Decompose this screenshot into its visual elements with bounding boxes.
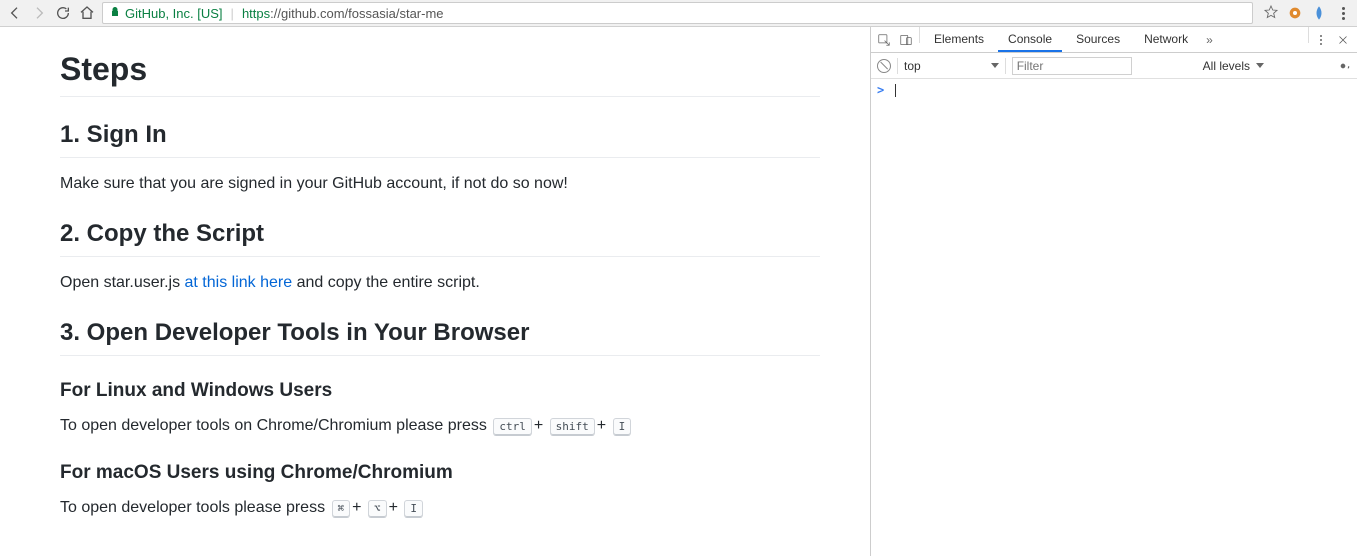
kbd-ctrl: ctrl [493, 418, 532, 436]
devtools-panel: Elements Console Sources Network » top A… [870, 27, 1357, 556]
browser-menu-icon[interactable] [1335, 7, 1351, 20]
kbd-i-mac: I [404, 500, 423, 518]
mac-text: To open developer tools please press ⌘+ … [60, 496, 820, 520]
devtools-close-icon[interactable] [1333, 27, 1353, 52]
tabs-overflow-icon[interactable]: » [1202, 27, 1217, 52]
step-1-heading: 1. Sign In [60, 121, 820, 158]
step-2-text: Open star.user.js at this link here and … [60, 271, 820, 295]
tab-elements[interactable]: Elements [924, 27, 994, 52]
extension-icon-1[interactable] [1287, 5, 1303, 21]
reload-button[interactable] [54, 4, 72, 22]
step-3-heading: 3. Open Developer Tools in Your Browser [60, 319, 820, 356]
console-toolbar: top All levels [871, 53, 1357, 79]
dropdown-icon [991, 63, 999, 68]
kbd-i: I [613, 418, 632, 436]
address-bar[interactable]: GitHub, Inc. [US] | https://github.com/f… [102, 2, 1253, 24]
linux-text: To open developer tools on Chrome/Chromi… [60, 414, 820, 438]
inspect-icon[interactable] [875, 27, 893, 52]
extension-icon-2[interactable] [1311, 5, 1327, 21]
separator: | [231, 6, 234, 21]
back-button[interactable] [6, 4, 24, 22]
step-1-text: Make sure that you are signed in your Gi… [60, 172, 820, 196]
mac-heading: For macOS Users using Chrome/Chromium [60, 462, 820, 484]
step-2-heading: 2. Copy the Script [60, 220, 820, 257]
clear-console-icon[interactable] [877, 59, 891, 73]
devtools-menu-icon[interactable] [1313, 27, 1329, 52]
home-button[interactable] [78, 4, 96, 22]
console-body[interactable]: > [871, 79, 1357, 556]
script-link[interactable]: at this link here [185, 274, 293, 291]
log-levels-selector[interactable]: All levels [1203, 59, 1264, 73]
console-filter-input[interactable] [1012, 57, 1132, 75]
tab-sources[interactable]: Sources [1066, 27, 1130, 52]
devtools-tabbar: Elements Console Sources Network » [871, 27, 1357, 53]
tab-console[interactable]: Console [998, 27, 1062, 52]
bookmark-star-icon[interactable] [1263, 4, 1279, 23]
console-prompt-icon: > [877, 83, 884, 97]
browser-toolbar: GitHub, Inc. [US] | https://github.com/f… [0, 0, 1357, 27]
page-title: Steps [60, 51, 820, 97]
site-identity: GitHub, Inc. [US] [125, 6, 223, 21]
kbd-cmd: ⌘ [332, 500, 351, 518]
console-settings-icon[interactable] [1335, 59, 1351, 73]
page-content: Steps 1. Sign In Make sure that you are … [0, 27, 870, 556]
kbd-shift: shift [550, 418, 595, 436]
device-icon[interactable] [897, 27, 915, 52]
url-text: https://github.com/fossasia/star-me [242, 6, 444, 21]
forward-button[interactable] [30, 4, 48, 22]
dropdown-icon [1256, 63, 1264, 68]
toolbar-right [1263, 4, 1351, 23]
kbd-opt: ⌥ [368, 500, 387, 518]
linux-heading: For Linux and Windows Users [60, 380, 820, 402]
context-selector[interactable]: top [904, 59, 999, 73]
tab-network[interactable]: Network [1134, 27, 1198, 52]
lock-icon [109, 6, 121, 21]
console-cursor [895, 84, 896, 97]
